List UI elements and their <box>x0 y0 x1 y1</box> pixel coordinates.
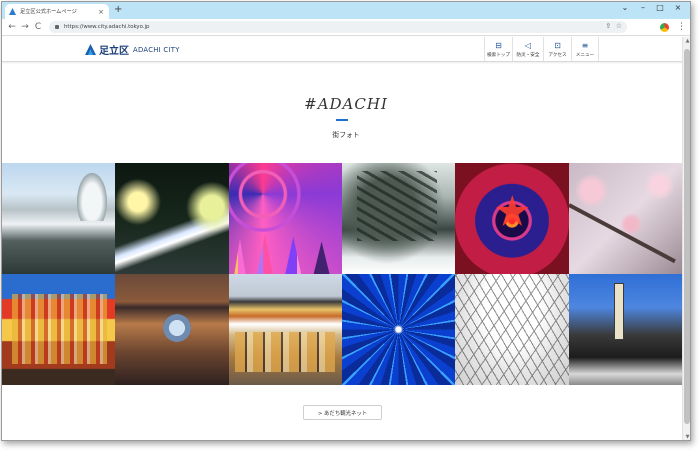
photo-red-star-light[interactable] <box>455 163 569 274</box>
scroll-up-arrow-icon[interactable]: ▲ <box>683 37 690 46</box>
nav-label: メニュー <box>575 52 595 58</box>
lock-icon <box>55 25 59 29</box>
photo-snowy-pine[interactable] <box>341 163 456 274</box>
nav-label: 検索トップ <box>487 52 510 58</box>
page-scrollbar[interactable]: ▲ ▼ <box>682 37 690 440</box>
nav-menu[interactable]: ≡ メニュー <box>571 37 599 61</box>
nav-label: 防災・安全 <box>516 52 540 58</box>
reload-button[interactable]: C <box>32 21 44 33</box>
logo-text-jp: 足立区 <box>99 46 129 57</box>
photo-blue-illumination[interactable] <box>341 274 456 385</box>
browser-toolbar: ← → C https://www.city.adachi.tokyo.jp ⇪… <box>2 19 690 36</box>
photo-grid <box>2 163 682 385</box>
url-text: https://www.city.adachi.tokyo.jp <box>64 24 150 30</box>
photo-festival-rakes[interactable] <box>2 274 116 385</box>
photo-plum-blossoms[interactable] <box>568 163 682 274</box>
browser-menu-icon[interactable]: ⋮ <box>677 21 686 33</box>
favicon-icon <box>9 8 16 15</box>
tourism-button-label: > あだち観光ネット <box>317 410 368 417</box>
search-list-icon: ⊟ <box>495 40 502 50</box>
photo-ferris-wheel-illumination[interactable] <box>228 163 342 274</box>
bookmark-star-icon[interactable]: ☆ <box>616 22 622 30</box>
photo-monks-procession[interactable] <box>228 274 342 385</box>
logo-text-en: ADACHI CITY <box>133 45 180 54</box>
close-window-button[interactable]: × <box>671 3 685 12</box>
photo-light-trails[interactable] <box>115 163 229 274</box>
hashtag-title: #ADACHI <box>304 95 388 113</box>
title-underline <box>336 119 348 121</box>
photo-snow-garden[interactable] <box>2 163 116 274</box>
adachi-tourism-link-button[interactable]: > あだち観光ネット <box>303 405 382 420</box>
photo-shrine-carving[interactable] <box>115 274 229 385</box>
megaphone-icon: ◁ <box>524 40 532 50</box>
nav-disaster-safety[interactable]: ◁ 防災・安全 <box>512 37 543 61</box>
browser-window: 足立区公式ホームページ × + ⌄ – □ × ← → C https://ww… <box>1 1 691 441</box>
site-header: 足立区 ADACHI CITY ⊟ 検索トップ ◁ 防災・安全 ⊡ アクセス ≡… <box>2 37 690 62</box>
title-bar: 足立区公式ホームページ × + ⌄ – □ × <box>2 2 690 19</box>
share-icon[interactable]: ⇪ <box>605 22 611 30</box>
site-logo[interactable]: 足立区 ADACHI CITY <box>85 42 180 58</box>
browser-tab[interactable]: 足立区公式ホームページ × <box>5 4 109 19</box>
tab-search-icon[interactable]: ⌄ <box>618 3 632 12</box>
back-button[interactable]: ← <box>6 21 18 33</box>
new-tab-button[interactable]: + <box>114 4 122 16</box>
photo-bare-trees[interactable] <box>455 274 569 385</box>
close-tab-icon[interactable]: × <box>97 8 105 16</box>
address-bar[interactable]: https://www.city.adachi.tokyo.jp ⇪ ☆ <box>49 21 627 33</box>
nav-search-top[interactable]: ⊟ 検索トップ <box>484 37 512 61</box>
profile-avatar-icon[interactable] <box>660 23 669 32</box>
nav-label: アクセス <box>548 52 567 58</box>
nav-access[interactable]: ⊡ アクセス <box>543 37 571 61</box>
scrollbar-thumb[interactable] <box>684 49 690 424</box>
section-subtitle: 街フォト <box>332 131 360 139</box>
photo-festival-procession[interactable] <box>568 274 682 385</box>
omnibox-actions: ⇪ ☆ <box>605 22 622 30</box>
logo-mark-icon <box>85 44 96 55</box>
minimize-button[interactable]: – <box>636 3 650 12</box>
maximize-button[interactable]: □ <box>653 3 667 12</box>
tab-title: 足立区公式ホームページ <box>20 9 77 15</box>
forward-button[interactable]: → <box>19 21 31 33</box>
bus-icon: ⊡ <box>554 40 561 50</box>
scroll-down-arrow-icon[interactable]: ▼ <box>683 433 690 440</box>
hamburger-icon: ≡ <box>581 40 589 50</box>
